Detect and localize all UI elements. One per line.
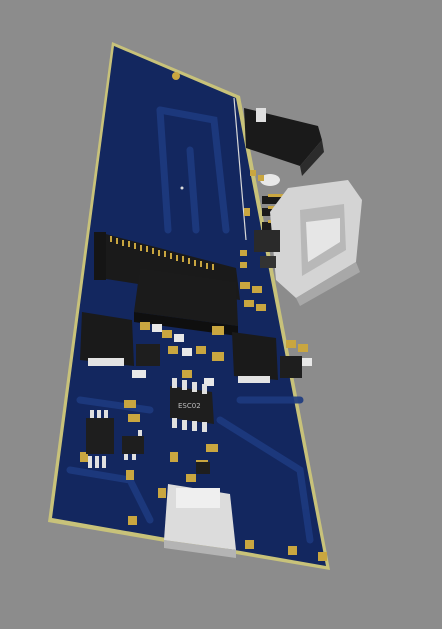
ic-marking: ESC02 <box>178 402 201 410</box>
transistor-small <box>196 462 210 474</box>
pcb-render: ESC02 <box>0 0 442 629</box>
ic-small-right <box>280 356 302 378</box>
inductor-left <box>80 312 134 366</box>
mounting-pad <box>172 72 180 80</box>
via-dot <box>180 186 184 190</box>
led-pad <box>258 175 264 181</box>
ic-small-left <box>136 344 160 366</box>
pcb-3d-viewport: ESC02 <box>0 0 442 629</box>
usb-c-connector <box>164 484 236 558</box>
inductor-right <box>232 332 278 383</box>
